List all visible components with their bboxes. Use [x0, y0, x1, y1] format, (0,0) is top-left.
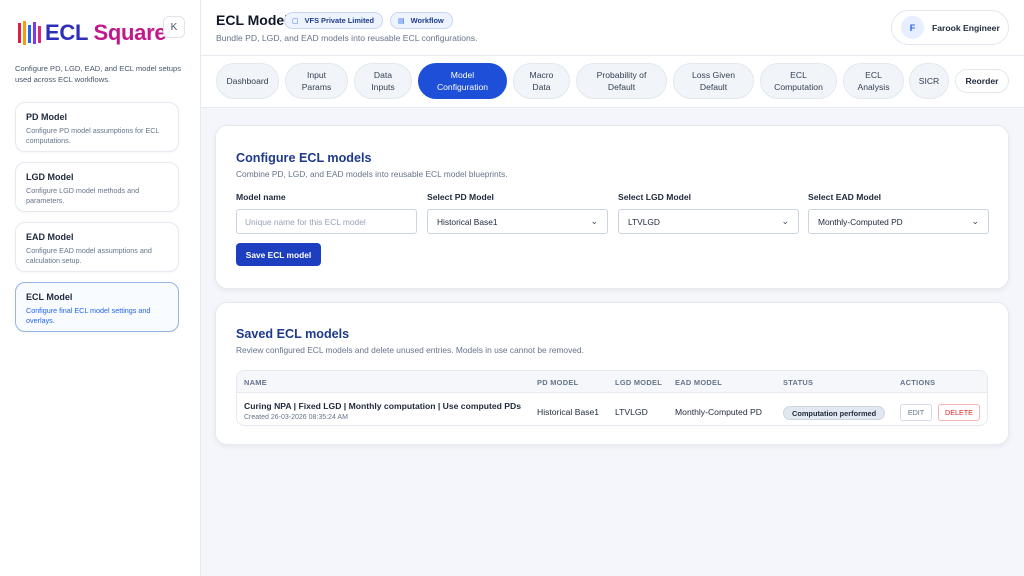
- model-name-input[interactable]: [236, 209, 417, 234]
- sidebar-item-desc: Configure final ECL model settings and o…: [26, 306, 151, 325]
- tab-data-inputs[interactable]: Data Inputs: [354, 63, 412, 99]
- workflow-pill-label: Workflow: [410, 16, 444, 25]
- delete-button[interactable]: DELETE: [938, 404, 980, 421]
- building-icon: ▢: [292, 17, 299, 25]
- sidebar-item-lgd-model[interactable]: LGD Model Configure LGD model methods an…: [15, 162, 179, 212]
- page-subtitle: Bundle PD, LGD, and EAD models into reus…: [216, 33, 478, 43]
- tab-ecl-analysis[interactable]: ECL Analysis: [843, 63, 904, 99]
- saved-title: Saved ECL models: [236, 327, 350, 341]
- workflow-pill[interactable]: ▤ Workflow: [390, 12, 453, 29]
- saved-subtitle: Review configured ECL models and delete …: [236, 345, 584, 355]
- model-name-label: Model name: [236, 192, 286, 202]
- sidebar-item-title: LGD Model: [26, 172, 74, 182]
- tab-macro-data[interactable]: Macro Data: [513, 63, 570, 99]
- sidebar-item-title: PD Model: [26, 112, 68, 122]
- configure-title: Configure ECL models: [236, 151, 372, 165]
- workflow-icon: ▤: [398, 17, 405, 25]
- collapse-sidebar-button[interactable]: K: [163, 16, 185, 38]
- logo-text-accent: Square: [93, 20, 167, 45]
- saved-models-card: Saved ECL models Review configured ECL m…: [215, 302, 1009, 445]
- main-area: ECL Model Bundle PD, LGD, and EAD models…: [201, 0, 1024, 576]
- tab-input-params[interactable]: Input Params: [285, 63, 348, 99]
- tab-model-configuration[interactable]: Model Configuration: [418, 63, 507, 99]
- logo-mark-icon: [18, 21, 42, 45]
- row-ead-model: Monthly-Computed PD: [675, 407, 762, 417]
- column-header-name: NAME: [244, 378, 267, 387]
- pd-model-select[interactable]: Historical Base1 ⌄: [427, 209, 608, 234]
- lgd-model-select[interactable]: LTVLGD ⌄: [618, 209, 799, 234]
- sidebar-item-ead-model[interactable]: EAD Model Configure EAD model assumption…: [15, 222, 179, 272]
- sidebar-item-pd-model[interactable]: PD Model Configure PD model assumptions …: [15, 102, 179, 152]
- pd-model-value: Historical Base1: [437, 216, 498, 227]
- chevron-down-icon: ⌄: [781, 216, 789, 226]
- column-header-ead-model: EAD MODEL: [675, 378, 723, 387]
- sidebar-item-title: ECL Model: [26, 292, 73, 302]
- tab-loss-given-default[interactable]: Loss Given Default: [673, 63, 754, 99]
- status-badge: Computation performed: [783, 406, 886, 420]
- configure-card: Configure ECL models Combine PD, LGD, an…: [215, 125, 1009, 289]
- column-header-actions: ACTIONS: [900, 378, 936, 387]
- pd-model-label: Select PD Model: [427, 192, 494, 202]
- row-lgd-model: LTVLGD: [615, 407, 648, 417]
- sidebar-description: Configure PD, LGD, EAD, and ECL model se…: [15, 64, 182, 84]
- avatar: F: [901, 16, 924, 39]
- edit-button[interactable]: EDIT: [900, 404, 932, 421]
- column-header-lgd-model: LGD MODEL: [615, 378, 663, 387]
- row-pd-model: Historical Base1: [537, 407, 600, 417]
- user-menu[interactable]: F Farook Engineer: [891, 10, 1009, 45]
- ead-model-label: Select EAD Model: [808, 192, 882, 202]
- ead-model-select[interactable]: Monthly-Computed PD ⌄: [808, 209, 989, 234]
- row-created: Created 26-03-2026 08:35:24 AM: [244, 414, 348, 421]
- tab-dashboard[interactable]: Dashboard: [216, 63, 279, 99]
- sidebar-item-desc: Configure EAD model assumptions and calc…: [26, 246, 152, 265]
- org-pill-label: VFS Private Limited: [304, 16, 375, 25]
- lgd-model-label: Select LGD Model: [618, 192, 692, 202]
- lgd-model-value: LTVLGD: [628, 216, 660, 227]
- reorder-button[interactable]: Reorder: [955, 69, 1009, 93]
- sidebar-item-title: EAD Model: [26, 232, 74, 242]
- page-header: ECL Model Bundle PD, LGD, and EAD models…: [201, 0, 1024, 56]
- row-name: Curing NPA | Fixed LGD | Monthly computa…: [244, 401, 521, 411]
- user-name: Farook Engineer: [932, 22, 1000, 33]
- table-header: NAME PD MODEL LGD MODEL EAD MODEL STATUS…: [237, 371, 987, 393]
- sidebar-item-ecl-model[interactable]: ECL Model Configure final ECL model sett…: [15, 282, 179, 332]
- workflow-tabs: Dashboard Input Params Data Inputs Model…: [201, 56, 1024, 108]
- column-header-pd-model: PD MODEL: [537, 378, 579, 387]
- tab-ecl-computation[interactable]: ECL Computation: [760, 63, 837, 99]
- sidebar-item-desc: Configure PD model assumptions for ECL c…: [26, 126, 160, 145]
- chevron-down-icon: ⌄: [590, 216, 598, 226]
- page-title: ECL Model: [216, 12, 289, 28]
- sidebar-item-desc: Configure LGD model methods and paramete…: [26, 186, 140, 205]
- save-ecl-model-button[interactable]: Save ECL model: [236, 243, 321, 266]
- tab-sicr[interactable]: SICR: [909, 63, 949, 99]
- org-pill[interactable]: ▢ VFS Private Limited: [284, 12, 384, 29]
- sidebar: ECL Square K Configure PD, LGD, EAD, and…: [0, 0, 201, 576]
- configure-subtitle: Combine PD, LGD, and EAD models into reu…: [236, 169, 508, 179]
- app-logo[interactable]: ECL Square: [18, 20, 167, 46]
- column-header-status: STATUS: [783, 378, 814, 387]
- logo-text-main: ECL: [45, 20, 88, 45]
- tab-probability-of-default[interactable]: Probability of Default: [576, 63, 667, 99]
- ead-model-value: Monthly-Computed PD: [818, 216, 903, 227]
- saved-models-table: NAME PD MODEL LGD MODEL EAD MODEL STATUS…: [236, 370, 988, 426]
- chevron-down-icon: ⌄: [971, 216, 979, 226]
- logo-text: ECL Square: [45, 20, 167, 46]
